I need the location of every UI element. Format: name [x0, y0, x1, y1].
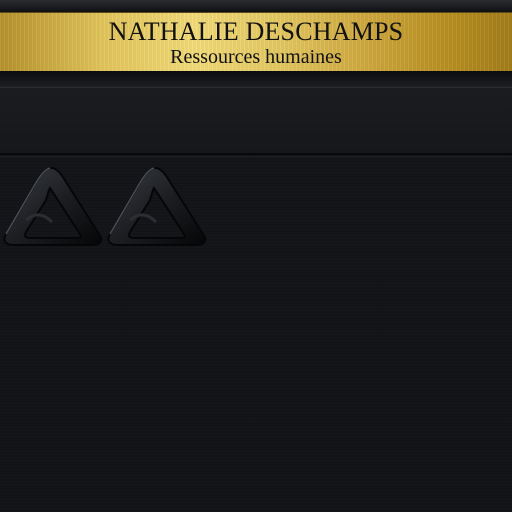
triangle-knot-icon: [104, 162, 212, 248]
inner-panel: [0, 87, 512, 154]
nameplate: NATHALIE DESCHAMPS Ressources humaines: [0, 12, 512, 72]
person-name: NATHALIE DESCHAMPS: [108, 17, 404, 46]
nameplate-shadow-ledge: [0, 71, 512, 87]
panel-divider: [0, 153, 512, 157]
top-rim: [0, 0, 512, 12]
person-role: Ressources humaines: [170, 46, 342, 68]
door-sign-canvas: NATHALIE DESCHAMPS Ressources humaines: [0, 0, 512, 512]
triangle-knot-icon: [0, 162, 108, 248]
